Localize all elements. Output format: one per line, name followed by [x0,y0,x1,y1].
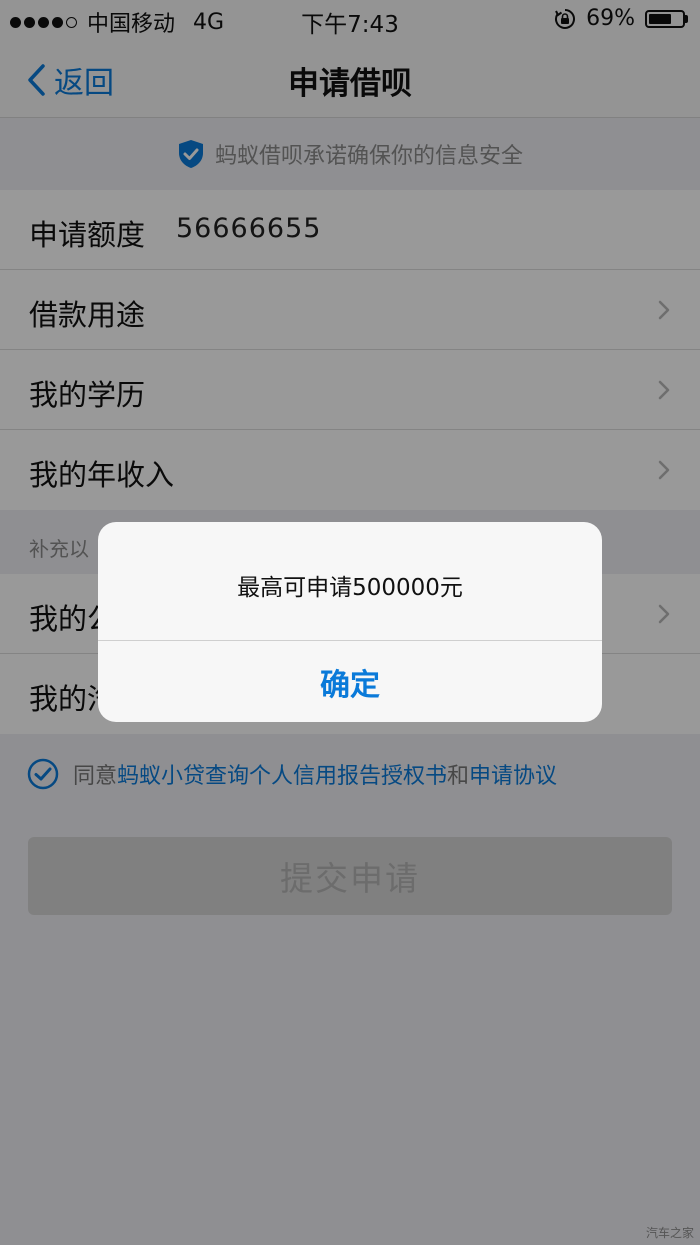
alert-dialog: 最高可申请500000元 确定 [98,522,602,722]
watermark: 汽车之家 [645,1226,694,1240]
app-page: 中国移动 4G 下午7:43 69% 返回 申请借呗 蚂蚁借呗承诺确保你的信息安… [0,0,700,1245]
alert-message: 最高可申请500000元 [237,575,463,601]
confirm-button[interactable]: 确定 [98,640,602,722]
